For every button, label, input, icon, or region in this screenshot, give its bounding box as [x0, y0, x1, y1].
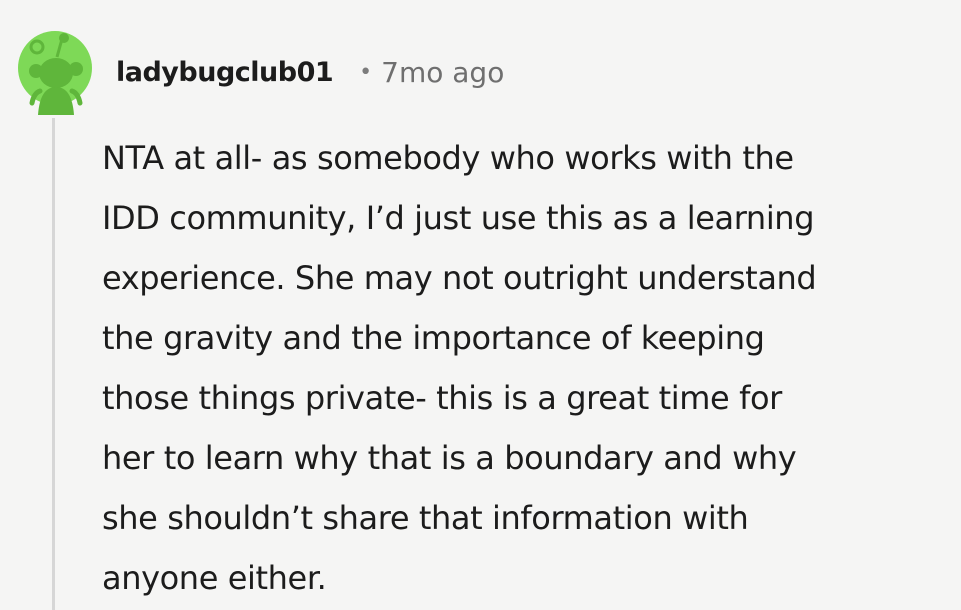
- comment-line: IDD community, I’d just use this as a le…: [102, 199, 815, 237]
- comment-header: ladybugclub01 • 7mo ago: [116, 52, 504, 92]
- snoo-avatar-icon: [18, 31, 92, 115]
- avatar[interactable]: [18, 21, 92, 115]
- comment-line: her to learn why that is a boundary and …: [102, 439, 797, 477]
- comment-line: those things private- this is a great ti…: [102, 379, 782, 417]
- comment-line: she shouldn’t share that information wit…: [102, 499, 749, 537]
- separator-dot: •: [359, 59, 373, 85]
- comment: ladybugclub01 • 7mo ago NTA at all- as s…: [0, 0, 961, 610]
- comment-line: NTA at all- as somebody who works with t…: [102, 139, 794, 177]
- comment-line: anyone either.: [102, 559, 327, 597]
- comment-line: experience. She may not outright underst…: [102, 259, 817, 297]
- thread-line[interactable]: [52, 118, 55, 610]
- timestamp[interactable]: 7mo ago: [381, 56, 504, 89]
- comment-body: NTA at all- as somebody who works with t…: [102, 128, 952, 608]
- comment-line: the gravity and the importance of keepin…: [102, 319, 765, 357]
- username-link[interactable]: ladybugclub01: [116, 57, 334, 88]
